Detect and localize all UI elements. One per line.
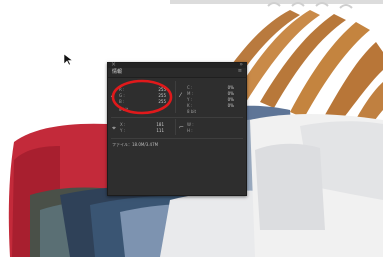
k-value: 0%	[227, 103, 234, 108]
x-value: 181	[156, 122, 164, 127]
w-label: W :	[187, 122, 194, 127]
panel-menu-icon[interactable]: ≡	[238, 68, 242, 75]
m-label: M :	[187, 91, 194, 96]
crosshair-icon: ⌖	[112, 124, 116, 132]
column-divider-lower	[175, 119, 176, 135]
y-pos-label: Y :	[120, 128, 126, 133]
x-label: X :	[120, 122, 126, 127]
info-panel[interactable]: × » 情報 ≡ ⁄ R : 255 G : 255 B : 255 8 bit…	[107, 61, 247, 196]
m-value: 0%	[227, 91, 234, 96]
section-divider-2	[111, 138, 243, 139]
document-canvas[interactable]: × » 情報 ≡ ⁄ R : 255 G : 255 B : 255 8 bit…	[0, 0, 383, 257]
file-size-info: ファイル：18.0M/3.47M	[112, 142, 159, 147]
c-label: C :	[187, 85, 193, 90]
y-label: Y :	[187, 97, 193, 102]
y-value: 0%	[227, 97, 234, 102]
cmyk-eyedropper-icon[interactable]: ⁄	[180, 93, 181, 99]
highlight-circle	[111, 79, 173, 115]
column-divider	[175, 81, 176, 113]
section-divider	[111, 117, 243, 118]
mouse-cursor-icon	[64, 54, 73, 66]
k-label: K :	[187, 103, 193, 108]
tab-info[interactable]: 情報	[112, 69, 122, 76]
y-pos-value: 111	[156, 128, 164, 133]
h-label: H :	[187, 128, 193, 133]
c-value: 0%	[227, 85, 234, 90]
cmyk-bit-depth: 8 bit	[187, 109, 197, 114]
selection-size-icon: ⌐	[179, 124, 185, 131]
